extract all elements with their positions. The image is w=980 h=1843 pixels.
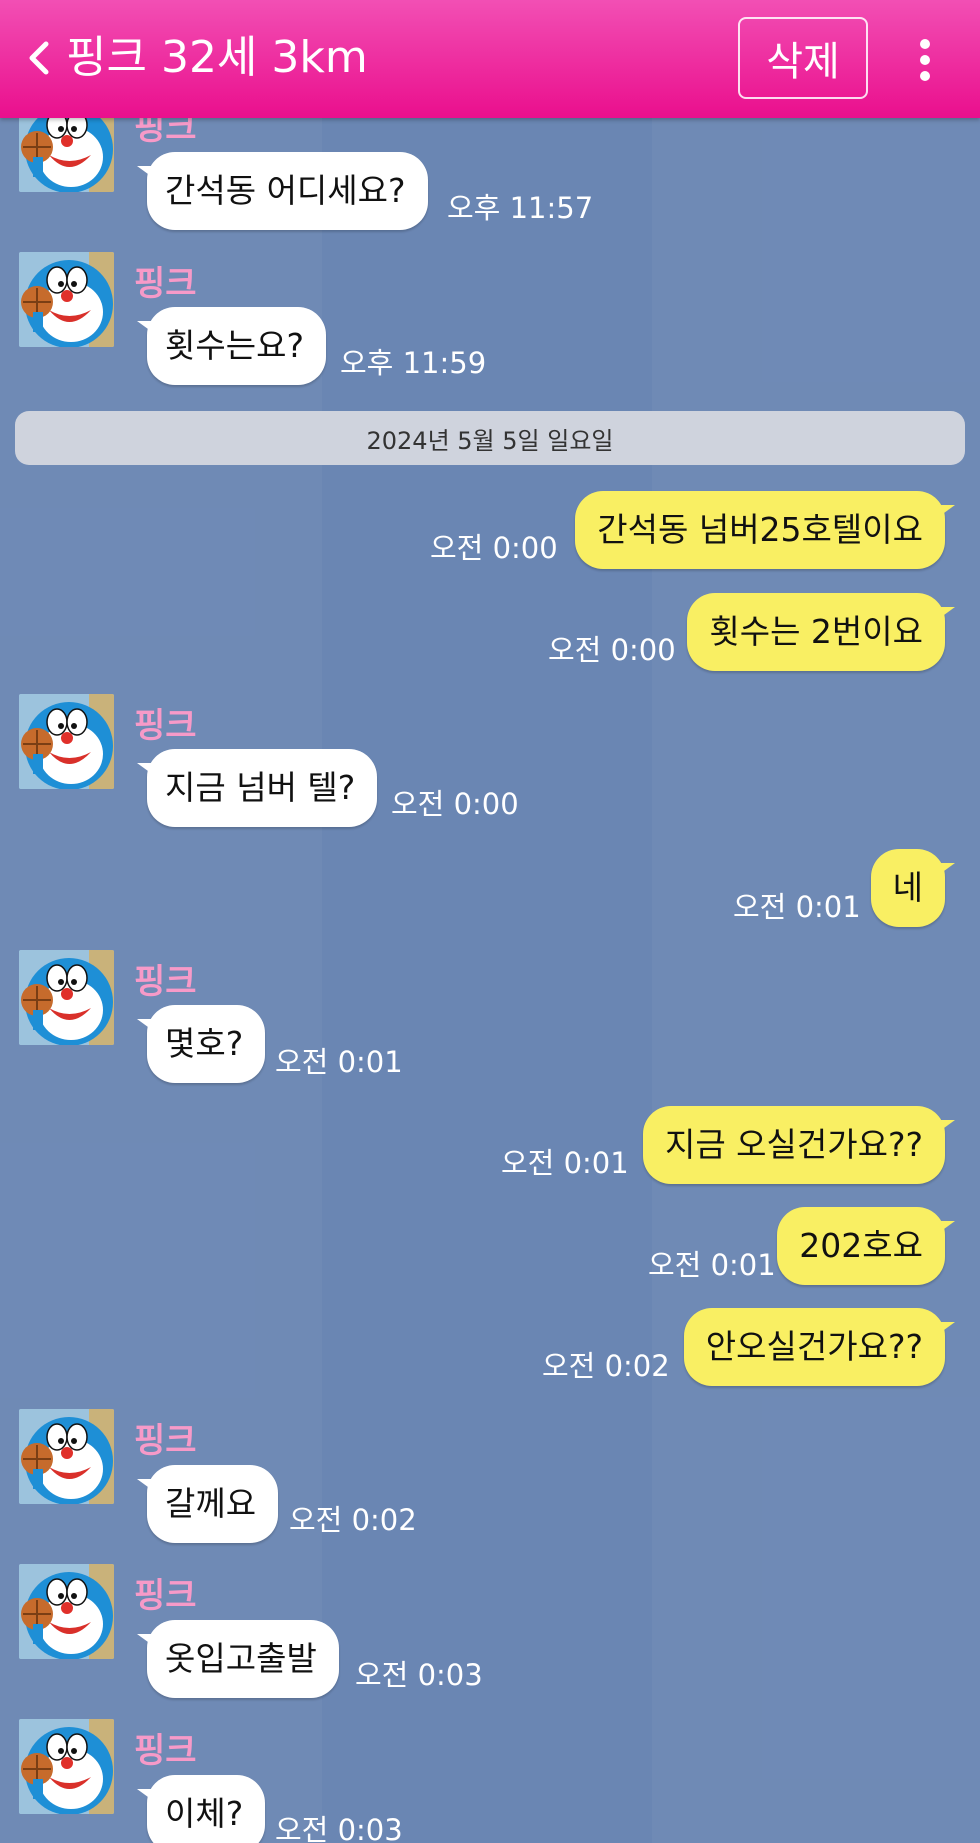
sender-name: 핑크 — [134, 1576, 197, 1616]
message-bubble[interactable]: 지금 오실건가요?? — [642, 1106, 956, 1184]
message-time: 오전 0:01 — [648, 1248, 776, 1282]
message-time: 오후 11:57 — [447, 191, 594, 225]
message-time: 오전 0:02 — [289, 1503, 417, 1537]
message-bubble[interactable]: 간석동 넘버25호텔이요 — [575, 491, 955, 569]
message-bubble[interactable]: 네 — [870, 849, 956, 927]
message-time: 오전 0:00 — [430, 531, 558, 565]
avatar[interactable] — [19, 1564, 114, 1659]
sender-name: 핑크 — [134, 1731, 197, 1771]
sender-name: 핑크 — [134, 264, 197, 304]
message-time: 오후 11:59 — [340, 346, 487, 380]
message-time: 오전 0:00 — [391, 787, 519, 821]
message-time: 오전 0:01 — [275, 1045, 403, 1079]
sender-name: 핑크 — [134, 706, 197, 746]
avatar[interactable] — [19, 1409, 114, 1504]
delete-button[interactable]: 삭제 — [738, 17, 868, 99]
message-bubble[interactable]: 횟수는요? — [137, 307, 326, 385]
avatar[interactable] — [19, 1719, 114, 1814]
message-bubble[interactable]: 안오실건가요?? — [683, 1308, 956, 1386]
avatar[interactable] — [19, 694, 114, 789]
message-time: 오전 0:03 — [275, 1813, 403, 1843]
avatar[interactable] — [19, 252, 114, 347]
message-bubble[interactable]: 간석동 어디세요? — [137, 152, 428, 230]
date-divider: 2024년 5월 5일 일요일 — [15, 411, 965, 465]
message-bubble[interactable]: 옷입고출발 — [137, 1620, 339, 1698]
chat-header: 핑크 32세 3km 삭제 — [0, 0, 980, 118]
avatar[interactable] — [19, 950, 114, 1045]
chevron-left-icon[interactable] — [26, 40, 54, 76]
message-time: 오전 0:00 — [548, 633, 676, 667]
message-bubble[interactable]: 횟수는 2번이요 — [687, 593, 955, 671]
message-bubble[interactable]: 202호요 — [777, 1207, 955, 1285]
chat-title: 핑크 32세 3km — [66, 32, 368, 83]
more-vertical-icon[interactable] — [910, 36, 940, 84]
message-bubble[interactable]: 갈께요 — [136, 1465, 279, 1543]
sender-name: 핑크 — [134, 962, 197, 1002]
sender-name: 핑크 — [134, 1421, 197, 1461]
message-time: 오전 0:03 — [355, 1658, 483, 1692]
message-time: 오전 0:02 — [542, 1349, 670, 1383]
message-bubble[interactable]: 지금 넘버 텔? — [136, 749, 378, 827]
message-bubble[interactable]: 몇호? — [136, 1005, 266, 1083]
message-time: 오전 0:01 — [501, 1146, 629, 1180]
message-bubble[interactable]: 이체? — [136, 1775, 266, 1843]
message-time: 오전 0:01 — [733, 890, 861, 924]
